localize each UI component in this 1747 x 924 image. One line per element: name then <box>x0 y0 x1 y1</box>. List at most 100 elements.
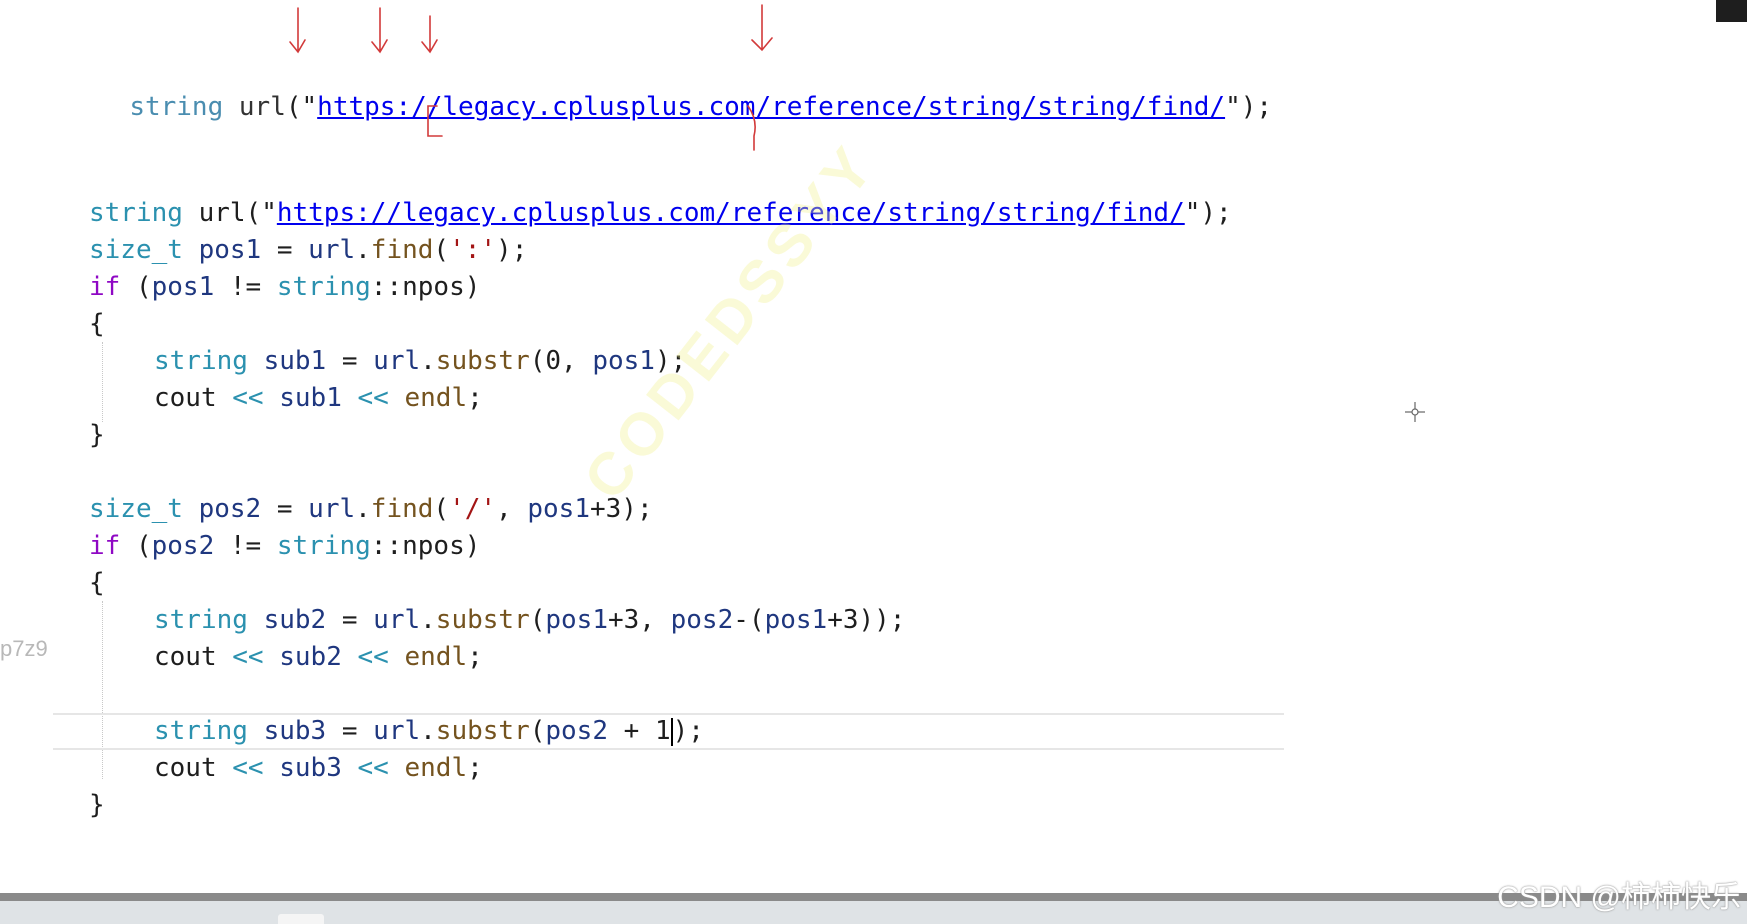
code-token: endl <box>404 383 468 413</box>
annotation-arrow-4 <box>751 4 773 52</box>
code-token: ; <box>467 383 483 413</box>
code-token: ); <box>496 235 528 265</box>
code-token: sub3 <box>263 716 327 746</box>
code-token: << <box>216 753 280 783</box>
code-token: cout <box>154 383 217 413</box>
code-token: = <box>261 494 309 524</box>
code-token: url(" <box>182 198 277 228</box>
code-token: '/' <box>449 494 497 524</box>
code-token: != <box>214 272 277 302</box>
code-token: size_t <box>89 494 183 524</box>
code-token: substr <box>435 346 530 376</box>
code-token: ; <box>467 642 483 672</box>
code-token: substr <box>435 716 530 746</box>
code-token: endl <box>404 642 468 672</box>
code-token: ( <box>120 531 152 561</box>
code-token: + 1 <box>608 716 671 746</box>
code-token: = <box>326 346 374 376</box>
code-token: = <box>326 605 374 635</box>
code-token: . <box>355 235 371 265</box>
code-line[interactable]: string sub3 = url.substr(pos2 + 1); <box>154 714 704 748</box>
code-token: pos2 <box>545 716 608 746</box>
code-token: ); <box>672 716 704 746</box>
code-token: string <box>276 272 371 302</box>
code-token: string <box>154 605 248 635</box>
code-token: endl <box>404 753 468 783</box>
code-token: find <box>370 494 434 524</box>
code-token: { <box>89 568 105 598</box>
code-token: << <box>216 642 280 672</box>
code-line[interactable]: } <box>89 418 105 452</box>
code-line[interactable]: cout << sub1 << endl; <box>154 381 483 415</box>
code-line[interactable]: cout << sub2 << endl; <box>154 640 483 674</box>
code-token: . <box>420 605 436 635</box>
code-token: ( <box>120 272 152 302</box>
code-line[interactable]: string sub2 = url.substr(pos1+3, pos2-(p… <box>154 603 905 637</box>
code-token: pos1 <box>764 605 828 635</box>
code-token: substr <box>435 605 530 635</box>
code-line[interactable]: cout << sub3 << endl; <box>154 751 483 785</box>
code-line[interactable]: { <box>89 307 105 341</box>
annotation-bracket-close <box>747 105 756 151</box>
annotation-arrow-1 <box>289 7 306 54</box>
code-token: +3, <box>608 605 671 635</box>
code-token: << <box>341 383 405 413</box>
code-token: ; <box>467 753 483 783</box>
code-token: . <box>420 716 436 746</box>
gutter-label: p7z9 <box>0 636 48 661</box>
code-token: "); <box>1184 198 1232 228</box>
code-token: if <box>89 272 121 302</box>
code-token: pos2 <box>151 531 215 561</box>
code-token: sub2 <box>263 605 327 635</box>
code-line[interactable]: size_t pos1 = url.find(':'); <box>89 233 527 267</box>
code-line[interactable]: string sub1 = url.substr(0, pos1); <box>154 344 686 378</box>
code-token: pos1 <box>527 494 590 524</box>
code-token: string <box>154 346 248 376</box>
code-token: , <box>496 494 528 524</box>
crosshair-cursor-icon <box>1405 402 1425 422</box>
code-token: } <box>89 420 105 450</box>
code-token: +3)); <box>827 605 906 635</box>
code-token: << <box>341 642 405 672</box>
code-token: url <box>373 605 421 635</box>
code-line[interactable]: size_t pos2 = url.find('/', pos1+3); <box>89 492 653 526</box>
current-line-bottom-border <box>53 748 1284 750</box>
code-token: string <box>154 716 248 746</box>
code-token: ( <box>529 605 546 635</box>
code-line[interactable]: string url("https://legacy.cplusplus.com… <box>89 196 1232 230</box>
code-token: string <box>89 198 183 228</box>
code-token: pos1 <box>198 235 262 265</box>
code-token: { <box>89 309 105 339</box>
indent-guide-2 <box>102 601 103 779</box>
code-token: (0, <box>529 346 593 376</box>
code-token: sub3 <box>279 753 342 783</box>
code-token: sub2 <box>279 642 342 672</box>
status-tab[interactable] <box>278 914 324 924</box>
code-token: = <box>326 716 374 746</box>
csdn-credit: CSDN @柿柿快乐 <box>1497 881 1741 914</box>
code-token: sub1 <box>279 383 342 413</box>
handwritten-annotations <box>289 4 773 151</box>
code-line[interactable]: if (pos1 != string::npos) <box>89 270 480 304</box>
code-token: cout <box>154 642 217 672</box>
url-link[interactable]: https://legacy.cplusplus.com/reference/s… <box>277 198 1185 228</box>
code-token: url <box>308 494 356 524</box>
code-token: . <box>355 494 371 524</box>
code-token: } <box>89 790 105 820</box>
code-token: pos1 <box>151 272 215 302</box>
code-token: url <box>373 716 421 746</box>
code-line[interactable]: if (pos2 != string::npos) <box>89 529 480 563</box>
code-token: pos1 <box>545 605 608 635</box>
code-token: ( <box>529 716 546 746</box>
annotation-bracket-open <box>427 105 443 137</box>
code-token: pos2 <box>198 494 262 524</box>
code-token: ( <box>433 235 450 265</box>
scroll-strip[interactable] <box>0 893 1747 901</box>
code-line[interactable]: } <box>89 788 105 822</box>
code-token: << <box>341 753 405 783</box>
annotation-arrow-2 <box>371 7 388 54</box>
code-line[interactable]: { <box>89 566 105 600</box>
